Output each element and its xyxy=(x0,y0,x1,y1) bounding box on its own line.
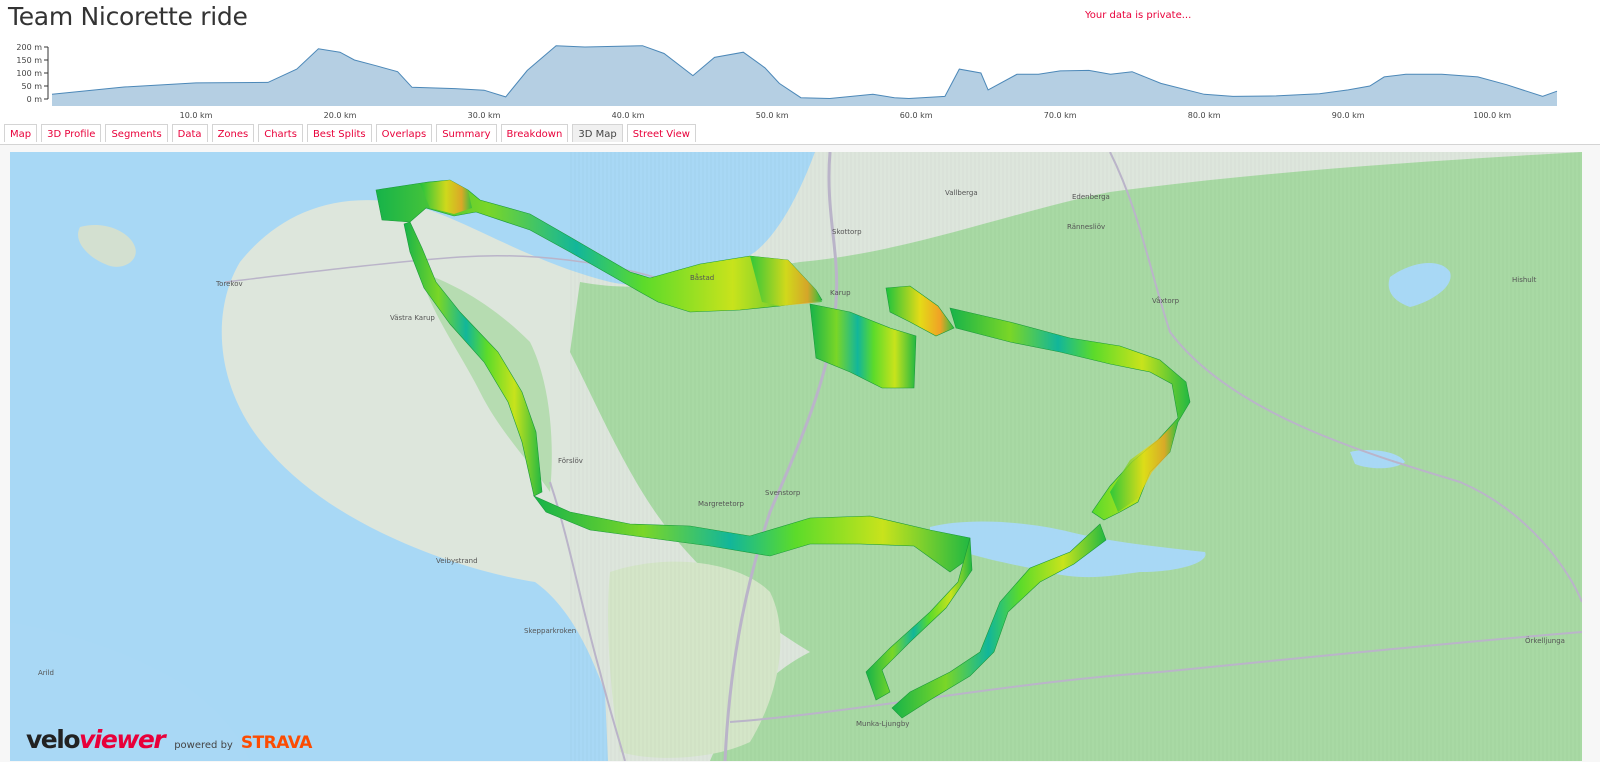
map-label-edenberga: Edenberga xyxy=(1072,193,1110,201)
elevation-profile-chart[interactable]: 200 m 150 m 100 m 50 m 0 m 10.0 km 20.0 km 30.… xyxy=(0,38,1600,124)
map-label-veibystrand: Veibystrand xyxy=(436,557,478,565)
page-title: Team Nicorette ride xyxy=(8,2,248,31)
map-label-karup: Karup xyxy=(830,289,851,297)
tab-segments[interactable]: Segments xyxy=(105,124,168,142)
elevation-y-axis: 200 m 150 m 100 m 50 m 0 m xyxy=(16,43,49,104)
logo-viewer-text: viewer xyxy=(79,725,166,754)
x-tick-label: 100.0 km xyxy=(1473,111,1511,120)
map-label-skottorp: Skottorp xyxy=(832,228,862,236)
map-label-bastad: Båstad xyxy=(690,273,714,282)
map-label-arild: Arild xyxy=(38,669,54,677)
x-tick-label: 70.0 km xyxy=(1044,111,1077,120)
map-label-hishult: Hishult xyxy=(1512,276,1537,284)
y-tick-label: 0 m xyxy=(27,95,43,104)
privacy-notice-link[interactable]: Your data is private... xyxy=(1085,10,1191,21)
tab-3d-profile[interactable]: 3D Profile xyxy=(41,124,102,142)
x-tick-label: 60.0 km xyxy=(900,111,933,120)
map-label-ranneslov: Rännesliöv xyxy=(1067,223,1105,231)
tab-3d-map[interactable]: 3D Map xyxy=(572,124,623,142)
3d-route-map[interactable]: Torekov Västra Karup Förslöv Margretetor… xyxy=(10,152,1582,761)
map-label-skepparkroken: Skepparkroken xyxy=(524,627,576,635)
powered-by-text: powered by xyxy=(174,740,233,751)
tab-street-view[interactable]: Street View xyxy=(626,124,696,142)
map-label-svenstorp: Svenstorp xyxy=(765,489,801,497)
tab-charts[interactable]: Charts xyxy=(258,124,303,142)
tab-summary[interactable]: Summary xyxy=(436,124,497,142)
x-tick-label: 20.0 km xyxy=(324,111,357,120)
map-label-margretetorp: Margretetorp xyxy=(698,500,745,508)
forest-texture xyxy=(570,152,1582,761)
map-label-vallberga: Vallberga xyxy=(945,189,978,197)
tab-overlaps[interactable]: Overlaps xyxy=(375,124,433,142)
x-tick-label: 90.0 km xyxy=(1332,111,1365,120)
y-tick-label: 200 m xyxy=(16,43,42,52)
elevation-profile-area xyxy=(52,45,1557,106)
map-label-torekov: Torekov xyxy=(215,280,243,288)
tab-best-splits[interactable]: Best Splits xyxy=(306,124,372,142)
x-tick-label: 10.0 km xyxy=(180,111,213,120)
tab-map[interactable]: Map xyxy=(4,124,38,142)
veloviewer-strava-logo[interactable]: velo viewer powered by STRAVA xyxy=(26,725,312,755)
x-tick-label: 80.0 km xyxy=(1188,111,1221,120)
x-tick-label: 30.0 km xyxy=(468,111,501,120)
map-label-orkelljunga: Örkelljunga xyxy=(1525,636,1565,645)
y-tick-label: 100 m xyxy=(16,69,42,78)
y-tick-label: 150 m xyxy=(16,56,42,65)
x-tick-label: 50.0 km xyxy=(756,111,789,120)
logo-velo-text: velo xyxy=(26,725,81,754)
view-tabs: Map 3D Profile Segments Data Zones Charts Best… xyxy=(4,124,696,144)
map-label-vastra-karup: Västra Karup xyxy=(390,314,435,322)
tab-zones[interactable]: Zones xyxy=(211,124,255,142)
x-tick-label: 40.0 km xyxy=(612,111,645,120)
map-label-vaxtorp: Våxtorp xyxy=(1152,296,1180,305)
tab-breakdown[interactable]: Breakdown xyxy=(500,124,569,142)
elevation-x-axis: 10.0 km 20.0 km 30.0 km 40.0 km 50.0 km 60.0 … xyxy=(180,111,1512,120)
y-tick-label: 50 m xyxy=(21,82,42,91)
map-label-forslov: Förslöv xyxy=(558,457,583,465)
map-label-munka-ljungby: Munka-Ljungby xyxy=(856,720,909,728)
strava-logo-text: STRAVA xyxy=(240,733,313,753)
tab-data[interactable]: Data xyxy=(171,124,208,142)
